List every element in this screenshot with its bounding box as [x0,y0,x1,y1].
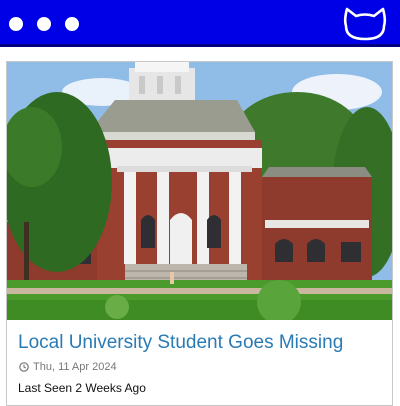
article-summary: Last Seen 2 Weeks Ago [18,381,146,395]
top-navigation-bar [0,0,400,47]
campus-building-photo [7,62,392,320]
article-date: Thu, 11 Apr 2024 [19,361,117,373]
window-dot-1[interactable] [9,17,23,31]
cat-face-icon[interactable] [342,6,388,42]
article-headline[interactable]: Local University Student Goes Missing [18,332,388,354]
window-dot-3[interactable] [65,17,79,31]
clock-icon [19,362,29,372]
window-dot-2[interactable] [37,17,51,31]
news-card[interactable]: Local University Student Goes Missing Th… [6,61,393,406]
article-image[interactable] [7,62,392,320]
article-date-text: Thu, 11 Apr 2024 [33,361,117,373]
